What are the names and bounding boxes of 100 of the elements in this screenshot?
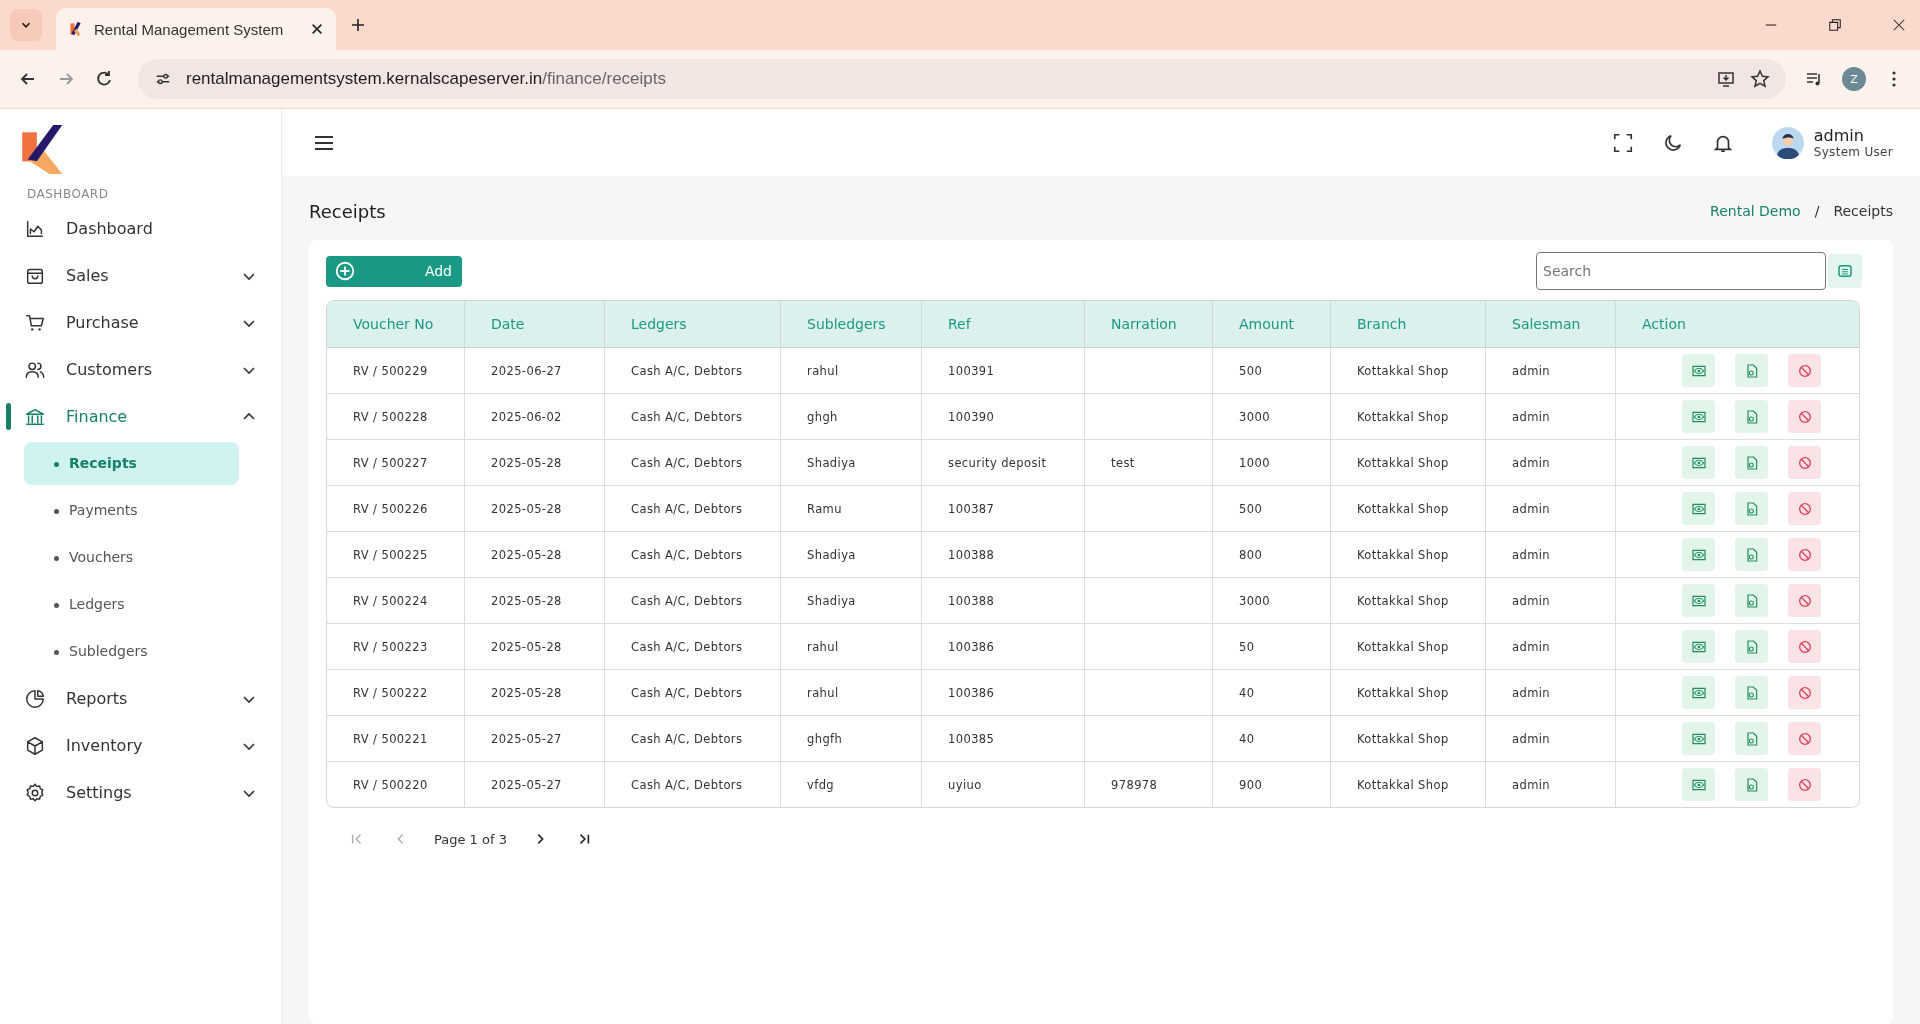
table-cell: admin [1512,409,1551,424]
sidebar-item[interactable]: Purchase [0,299,281,346]
cancel-button[interactable] [1788,676,1821,709]
search-field[interactable]: Search [1536,252,1826,290]
submenu-item[interactable]: Ledgers [24,583,239,626]
view-button[interactable] [1682,538,1715,571]
fullscreen-icon[interactable] [1611,131,1634,154]
table-cell: 2025-06-02 [491,409,562,424]
submenu-item[interactable]: Vouchers [24,536,239,579]
table-cell: 900 [1239,777,1263,792]
logo-icon [68,21,84,37]
view-button[interactable] [1682,584,1715,617]
page-indicator: Page 1 of 3 [434,831,507,847]
view-button[interactable] [1682,676,1715,709]
print-button[interactable] [1735,676,1768,709]
view-button[interactable] [1682,722,1715,755]
table-cell: 2025-05-27 [491,777,562,792]
table-cell: Kottakkal Shop [1357,547,1449,562]
print-button[interactable] [1735,446,1768,479]
table-cell: ghgh [807,409,838,424]
table-cell: Kottakkal Shop [1357,593,1449,608]
submenu-item[interactable]: Receipts [24,442,239,485]
cancel-button[interactable] [1788,722,1821,755]
table-cell: admin [1512,685,1551,700]
avatar-icon[interactable] [1771,126,1804,159]
tab-search-button[interactable] [10,9,42,41]
print-button[interactable] [1735,630,1768,663]
print-button[interactable] [1735,584,1768,617]
sidebar-item[interactable]: Customers [0,346,281,393]
table-cell: 100387 [948,501,995,516]
first-page-icon [350,832,364,846]
table-cell: Shadiya [807,455,856,470]
cancel-button[interactable] [1788,538,1821,571]
print-button[interactable] [1735,768,1768,801]
table-cell: Kottakkal Shop [1357,409,1449,424]
submenu-item[interactable]: Payments [24,489,239,532]
column-header: Voucher No [327,301,465,348]
table-cell: 500 [1239,501,1263,516]
sidebar-item[interactable]: Finance [0,393,281,440]
view-button[interactable] [1682,446,1715,479]
sidebar-item[interactable]: Sales [0,252,281,299]
cancel-button[interactable] [1788,768,1821,801]
cancel-button[interactable] [1788,584,1821,617]
settings-icon [24,781,46,804]
breadcrumb-separator: / [1814,203,1820,219]
view-button[interactable] [1682,492,1715,525]
cancel-button[interactable] [1788,630,1821,663]
table-cell: Kottakkal Shop [1357,731,1449,746]
sidebar-item[interactable]: Dashboard [0,205,281,252]
install-icon[interactable] [1716,69,1736,89]
print-button[interactable] [1735,492,1768,525]
sidebar-item[interactable]: Inventory [0,722,281,769]
sidebar-item[interactable]: Reports [0,675,281,722]
sidebar-item[interactable]: Settings [0,769,281,816]
view-button[interactable] [1682,630,1715,663]
column-header: Branch [1331,301,1486,348]
column-header: Amount [1213,301,1331,348]
table-cell: 2025-05-28 [491,547,562,562]
document-icon [1836,262,1854,280]
user-role: System User [1813,145,1893,159]
table-cell: 2025-06-27 [491,363,562,378]
ban-icon [1796,362,1813,379]
cancel-button[interactable] [1788,400,1821,433]
column-header: Subledgers [781,301,922,348]
print-button[interactable] [1735,400,1768,433]
table-cell: 978978 [1111,777,1158,792]
view-button[interactable] [1682,354,1715,387]
address-bar[interactable]: rentalmanagementsystem.kernalscapeserver.in/finance/receipts [138,59,1786,99]
table-cell: 100391 [948,363,995,378]
cancel-button[interactable] [1788,354,1821,387]
submenu-item[interactable]: Subledgers [24,630,239,673]
profile-avatar[interactable]: Z [1842,67,1866,91]
table-cell: 40 [1239,731,1255,746]
breadcrumb-link[interactable]: Rental Demo [1710,203,1801,219]
table-cell: Ramu [807,501,842,516]
table-cell: admin [1512,593,1551,608]
close-icon[interactable] [310,22,324,36]
ban-icon [1796,592,1813,609]
view-button[interactable] [1682,768,1715,801]
cancel-button[interactable] [1788,492,1821,525]
new-tab-icon[interactable] [350,17,366,33]
view-button[interactable] [1682,400,1715,433]
browser-tab[interactable]: Rental Management System [56,8,336,50]
table-cell: 2025-05-27 [491,731,562,746]
star-icon[interactable] [1750,69,1770,89]
table-cell: Kottakkal Shop [1357,777,1449,792]
print-button[interactable] [1735,722,1768,755]
table-cell: Cash A/C, Debtors [631,593,743,608]
table-cell: Kottakkal Shop [1357,455,1449,470]
export-button[interactable] [1828,254,1862,288]
table-cell: test [1111,455,1135,470]
add-button[interactable]: Add [326,255,462,287]
print-button[interactable] [1735,354,1768,387]
cancel-button[interactable] [1788,446,1821,479]
print-button[interactable] [1735,538,1768,571]
table-cell: 100388 [948,547,995,562]
close-icon[interactable] [1892,18,1906,32]
restore-icon[interactable] [1828,18,1842,32]
table-cell: 800 [1239,547,1263,562]
table-cell: 2025-05-28 [491,593,562,608]
